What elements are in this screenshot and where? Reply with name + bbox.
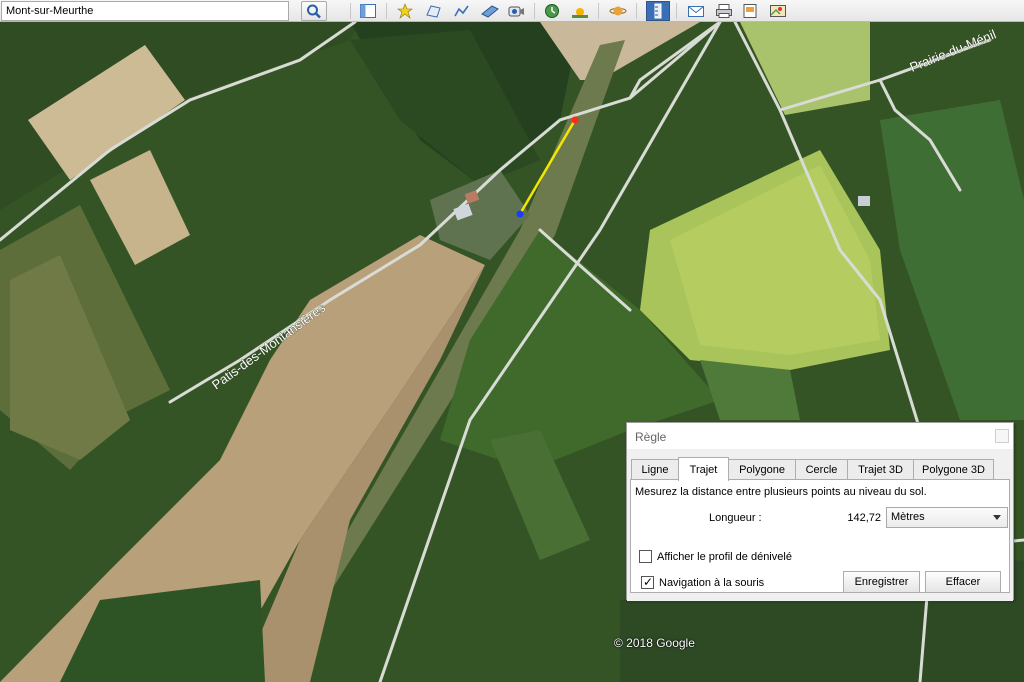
search-input[interactable]	[1, 1, 289, 21]
sunlight-button[interactable]	[568, 1, 592, 21]
dialog-title: Règle	[635, 430, 667, 444]
add-polygon-button[interactable]	[422, 1, 446, 21]
add-image-overlay-icon	[481, 5, 499, 18]
add-placemark-button[interactable]	[394, 1, 418, 21]
add-image-overlay-button[interactable]	[478, 1, 502, 21]
save-button[interactable]: Enregistrer	[843, 571, 920, 593]
sunlight-icon	[572, 8, 588, 18]
print-icon	[716, 4, 732, 18]
toolbar-separator	[636, 3, 637, 19]
toolbar-separator	[598, 3, 599, 19]
add-path-button[interactable]	[450, 1, 474, 21]
view-in-maps-icon	[770, 5, 786, 17]
add-polygon-icon	[426, 5, 441, 18]
search-button[interactable]	[301, 1, 327, 21]
unit-select-value: Mètres	[891, 511, 925, 523]
measurement-end-point[interactable]	[571, 116, 579, 124]
record-tour-button[interactable]	[504, 1, 528, 21]
print-button[interactable]	[712, 1, 736, 21]
length-label: Longueur :	[709, 512, 762, 524]
elevation-profile-checkbox[interactable]	[639, 550, 652, 563]
tab-trajet[interactable]: Trajet	[678, 457, 729, 481]
search-icon	[307, 4, 321, 19]
toolbar-separator	[386, 3, 387, 19]
chevron-down-icon	[993, 515, 1001, 520]
ruler-button[interactable]	[646, 1, 670, 21]
dialog-body: Ligne Trajet Polygone Cercle Trajet 3D P…	[627, 449, 1013, 601]
length-value: 142,72	[847, 512, 881, 524]
measurement-start-point[interactable]	[516, 210, 524, 218]
email-icon	[688, 6, 704, 17]
map-copyright: © 2018 Google	[614, 636, 695, 650]
planets-button[interactable]	[606, 1, 630, 21]
ruler-tabs: Ligne Trajet Polygone Cercle Trajet 3D P…	[631, 457, 1011, 481]
close-button[interactable]	[995, 429, 1009, 443]
measure-description: Mesurez la distance entre plusieurs poin…	[635, 486, 927, 498]
tab-cercle[interactable]: Cercle	[795, 459, 848, 480]
mouse-navigation-checkbox[interactable]	[641, 575, 654, 589]
ruler-dialog: Règle Ligne Trajet Polygone Cercle Traje…	[626, 422, 1014, 601]
view-in-maps-button[interactable]	[766, 1, 790, 21]
add-path-icon	[454, 5, 469, 17]
save-image-button[interactable]	[738, 1, 762, 21]
tab-ligne[interactable]: Ligne	[631, 459, 679, 480]
email-button[interactable]	[684, 1, 708, 21]
clear-button[interactable]: Effacer	[925, 571, 1001, 593]
sidebar-panel-icon	[360, 4, 376, 18]
tab-polygone[interactable]: Polygone	[728, 459, 796, 480]
record-tour-icon	[508, 6, 524, 17]
elevation-profile-label: Afficher le profil de dénivelé	[657, 551, 792, 563]
unit-select[interactable]: Mètres	[886, 507, 1008, 528]
toolbar-separator	[676, 3, 677, 19]
toolbar-separator	[350, 3, 351, 19]
historical-imagery-icon	[545, 4, 559, 18]
toolbar-separator	[534, 3, 535, 19]
tab-polygone-3d[interactable]: Polygone 3D	[913, 459, 994, 480]
save-image-icon	[743, 4, 757, 18]
toolbar	[0, 0, 1024, 22]
tab-trajet-3d[interactable]: Trajet 3D	[847, 459, 914, 480]
sidebar-toggle-button[interactable]	[356, 1, 380, 21]
planets-icon	[609, 6, 627, 16]
mouse-navigation-label: Navigation à la souris	[659, 577, 765, 589]
ruler-icon	[654, 3, 662, 19]
add-placemark-icon	[397, 3, 413, 19]
historical-imagery-button[interactable]	[540, 1, 564, 21]
